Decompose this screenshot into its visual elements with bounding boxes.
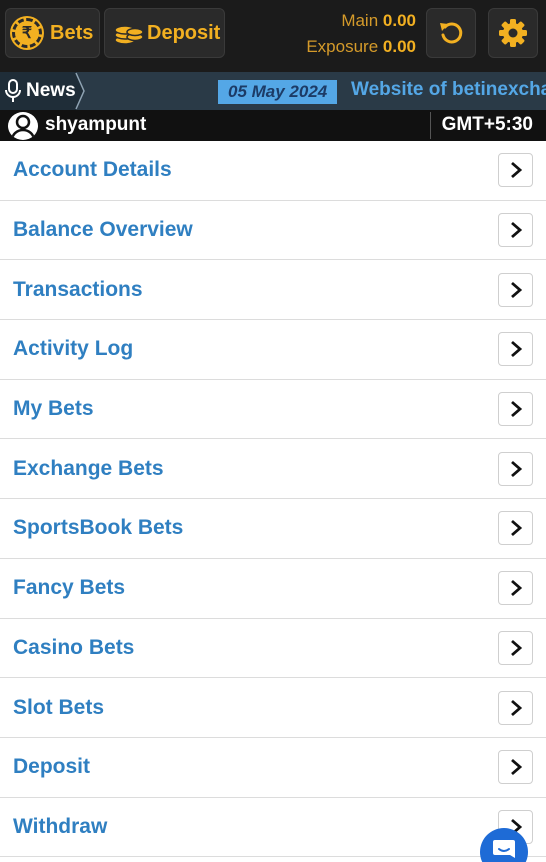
bets-button[interactable]: ₹ Bets: [5, 8, 100, 58]
chevron-right-icon: [510, 520, 522, 537]
chevron-right-button[interactable]: [498, 272, 533, 307]
gear-icon: [499, 19, 527, 47]
timezone[interactable]: GMT+5:30: [442, 114, 533, 136]
coins-stack-icon: [114, 25, 144, 45]
refresh-icon: [440, 22, 463, 44]
news-separator-icon: [75, 72, 85, 110]
settings-button[interactable]: [488, 8, 538, 58]
chevron-right-icon: [510, 221, 522, 239]
divider: [430, 112, 431, 139]
chevron-right-button[interactable]: [498, 630, 533, 665]
rupee-coin-icon: ₹: [12, 18, 42, 48]
menu-item-label: Slot Bets: [13, 695, 105, 719]
deposit-button-label: Deposit: [147, 21, 221, 44]
username: shyampunt: [45, 114, 147, 135]
menu-item-label: Activity Log: [13, 337, 134, 361]
main-balance-value: 0.00: [382, 11, 416, 30]
menu-item[interactable]: Transactions: [0, 260, 546, 321]
chevron-right-icon: [510, 759, 522, 776]
menu-item-label: Account Details: [13, 158, 172, 182]
exposure-label: Exposure: [306, 37, 379, 56]
chevron-right-icon: [510, 341, 522, 358]
chat-icon: [493, 840, 515, 858]
news-label: News: [26, 80, 76, 101]
menu-item-label: Transactions: [13, 277, 143, 301]
menu-item[interactable]: Fancy Bets: [0, 559, 546, 619]
microphone-icon: [5, 79, 21, 102]
menu-item-label: SportsBook Bets: [13, 516, 184, 540]
chevron-right-button[interactable]: [498, 511, 533, 546]
chevron-right-button[interactable]: [498, 213, 533, 248]
menu-item-label: Exchange Bets: [13, 456, 164, 480]
menu-item-label: Withdraw: [13, 814, 108, 838]
menu-item[interactable]: Account Details: [0, 141, 546, 201]
menu-item-label: Deposit: [13, 755, 91, 779]
chevron-right-icon: [510, 162, 522, 179]
news-label-box: News: [0, 72, 84, 110]
refresh-button[interactable]: [426, 8, 476, 58]
chevron-right-button[interactable]: [498, 750, 533, 785]
exposure-value: 0.00: [382, 37, 416, 56]
chevron-right-button[interactable]: [498, 451, 533, 486]
menu-item[interactable]: SportsBook Bets: [0, 499, 546, 559]
menu-item[interactable]: Slot Bets: [0, 678, 546, 738]
chevron-right-button[interactable]: [498, 153, 533, 188]
menu-item[interactable]: Deposit: [0, 738, 546, 798]
news-ticker: News 05 May 2024 Website of betinexcha: [0, 72, 546, 110]
menu-item[interactable]: My Bets: [0, 380, 546, 440]
account-menu: Account Details Balance Overview Transacti…: [0, 141, 546, 858]
menu-item[interactable]: Exchange Bets: [0, 439, 546, 500]
chevron-right-icon: [510, 281, 522, 298]
top-header: ₹ Bets Deposit Main 0.00 Exposure 0.00: [0, 0, 546, 72]
chevron-right-button[interactable]: [498, 392, 533, 427]
user-avatar-icon: [10, 114, 36, 140]
balance-summary: Main 0.00 Exposure 0.00: [306, 8, 416, 60]
news-date-badge: 05 May 2024: [218, 80, 338, 104]
menu-item[interactable]: Withdraw: [0, 798, 546, 858]
bets-button-label: Bets: [50, 21, 94, 44]
deposit-button[interactable]: Deposit: [104, 8, 225, 58]
chevron-right-icon: [510, 460, 522, 477]
chevron-right-button[interactable]: [498, 571, 533, 606]
chevron-right-icon: [510, 580, 522, 597]
chevron-right-icon: [510, 699, 522, 716]
menu-item[interactable]: Balance Overview: [0, 201, 546, 261]
main-balance-label: Main: [341, 11, 379, 30]
avatar: [8, 112, 38, 140]
chevron-right-button[interactable]: [498, 332, 533, 367]
chevron-right-icon: [510, 639, 522, 656]
chevron-right-icon: [510, 401, 522, 418]
menu-item-label: Fancy Bets: [13, 576, 126, 600]
news-headline[interactable]: Website of betinexcha: [351, 79, 546, 101]
chevron-right-button[interactable]: [498, 690, 533, 725]
menu-item[interactable]: Casino Bets: [0, 619, 546, 679]
user-bar: shyampunt GMT+5:30: [0, 110, 546, 141]
menu-item-label: Balance Overview: [13, 218, 193, 242]
menu-item-label: Casino Bets: [13, 635, 135, 659]
menu-item-label: My Bets: [13, 397, 94, 421]
menu-item[interactable]: Activity Log: [0, 320, 546, 380]
